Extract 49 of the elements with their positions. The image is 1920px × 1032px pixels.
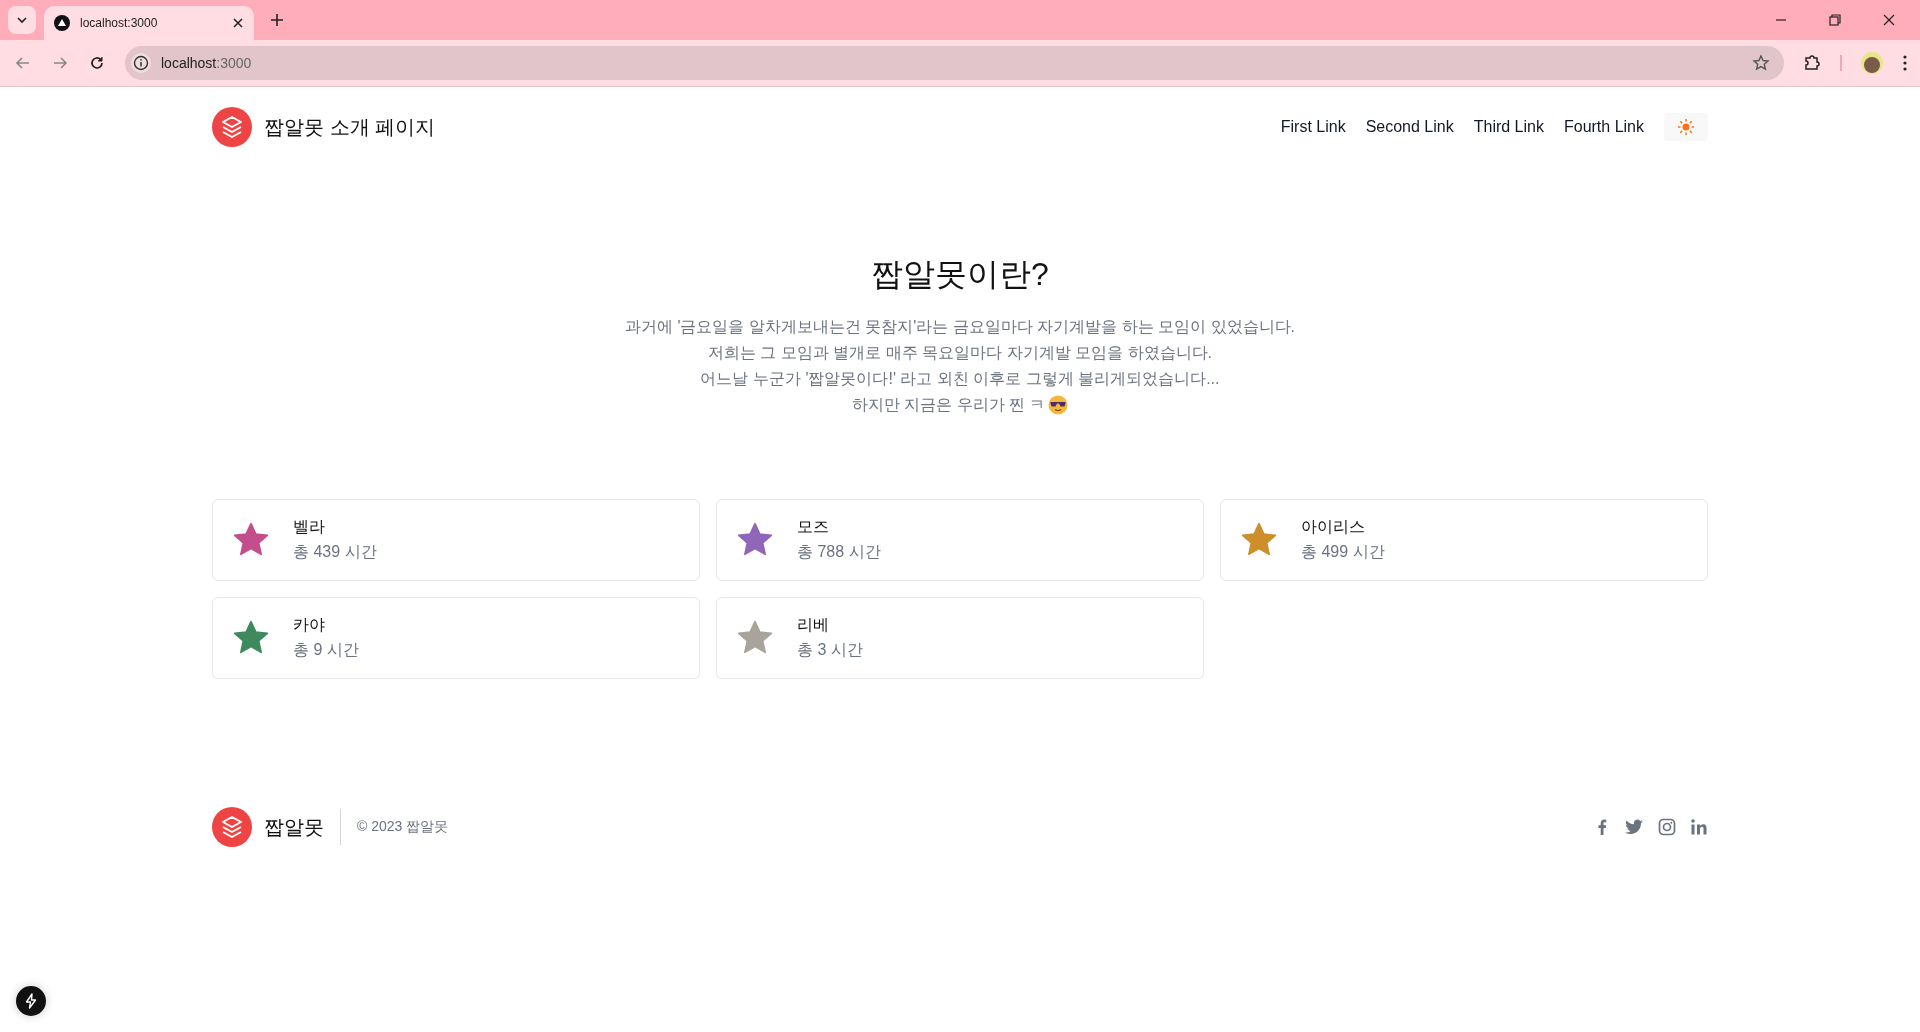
puzzle-icon[interactable] [1803,54,1821,72]
footer-title: 짭알못 [264,814,324,840]
member-name: 카야 [293,615,326,635]
info-icon [131,53,151,73]
linkedin-icon[interactable] [1690,818,1708,836]
browser-tab[interactable]: localhost:3000 [44,6,254,40]
close-icon[interactable] [1882,13,1896,27]
tab-list-button[interactable] [8,6,36,34]
member-hours: 총 788 시간 [797,542,881,562]
intro-heading: 짭알못이란? [870,255,1050,294]
triangle-logo-icon [54,15,70,31]
profile-avatar-icon[interactable] [1861,52,1883,74]
intro-text: 과거에 '금요일을 알차게보내는건 못참지'라는 금요일마다 자기계발을 하는 모임이 있었습니다. [624,317,1296,337]
nav-link[interactable]: First Link [1280,118,1346,136]
member-name: 아이리스 [1301,517,1366,537]
member-name: 모즈 [797,517,830,537]
member-name: 리베 [797,615,830,635]
member-hours: 총 499 시간 [1301,542,1385,562]
reload-icon[interactable] [88,54,106,72]
member-hours: 총 9 시간 [293,640,359,660]
restore-icon[interactable] [1828,13,1842,27]
nav-link[interactable]: Second Link [1365,118,1454,136]
sun-icon [1677,118,1695,136]
intro-text: 저희는 그 모임과 별개로 매주 목요일마다 자기계발 모임을 하였습니다. [708,343,1212,363]
intro-text: 어느날 누군가 '짭알못이다!' 라고 외친 이후로 그렇게 불리게되었습니다... [700,369,1220,389]
twitter-bird-icon[interactable] [1624,818,1644,836]
sunglasses-face-icon [1048,395,1069,415]
dev-tools-button[interactable] [16,986,46,1016]
address-bar[interactable]: localhost:3000 [125,46,1784,80]
member-hours: 총 439 시간 [293,542,377,562]
theme-toggle-button[interactable] [1664,113,1708,141]
new-tab-icon[interactable] [270,13,284,27]
intro-text: 하지만 지금은 우리가 찐 ㅋ [851,395,1046,415]
layers-logo-icon [212,807,252,847]
member-name: 벨라 [293,517,326,537]
instagram-icon[interactable] [1658,818,1676,836]
close-icon[interactable] [232,17,244,29]
tab-title: localhost:3000 [80,16,159,30]
bookmark-star-icon[interactable] [1752,54,1770,72]
copyright-text: © 2023 짭알못 [357,818,449,836]
nav-link[interactable]: Fourth Link [1563,118,1644,136]
member-hours: 총 3 시간 [797,640,863,660]
site-title: 짭알못 소개 페이지 [264,114,436,140]
more-menu-icon[interactable] [1902,54,1908,72]
lightning-bolt-icon [23,993,39,1009]
nav-link[interactable]: Third Link [1473,118,1544,136]
chevron-down-icon [16,14,28,26]
layers-logo-icon [212,107,252,147]
url-text: localhost:3000 [161,55,252,71]
